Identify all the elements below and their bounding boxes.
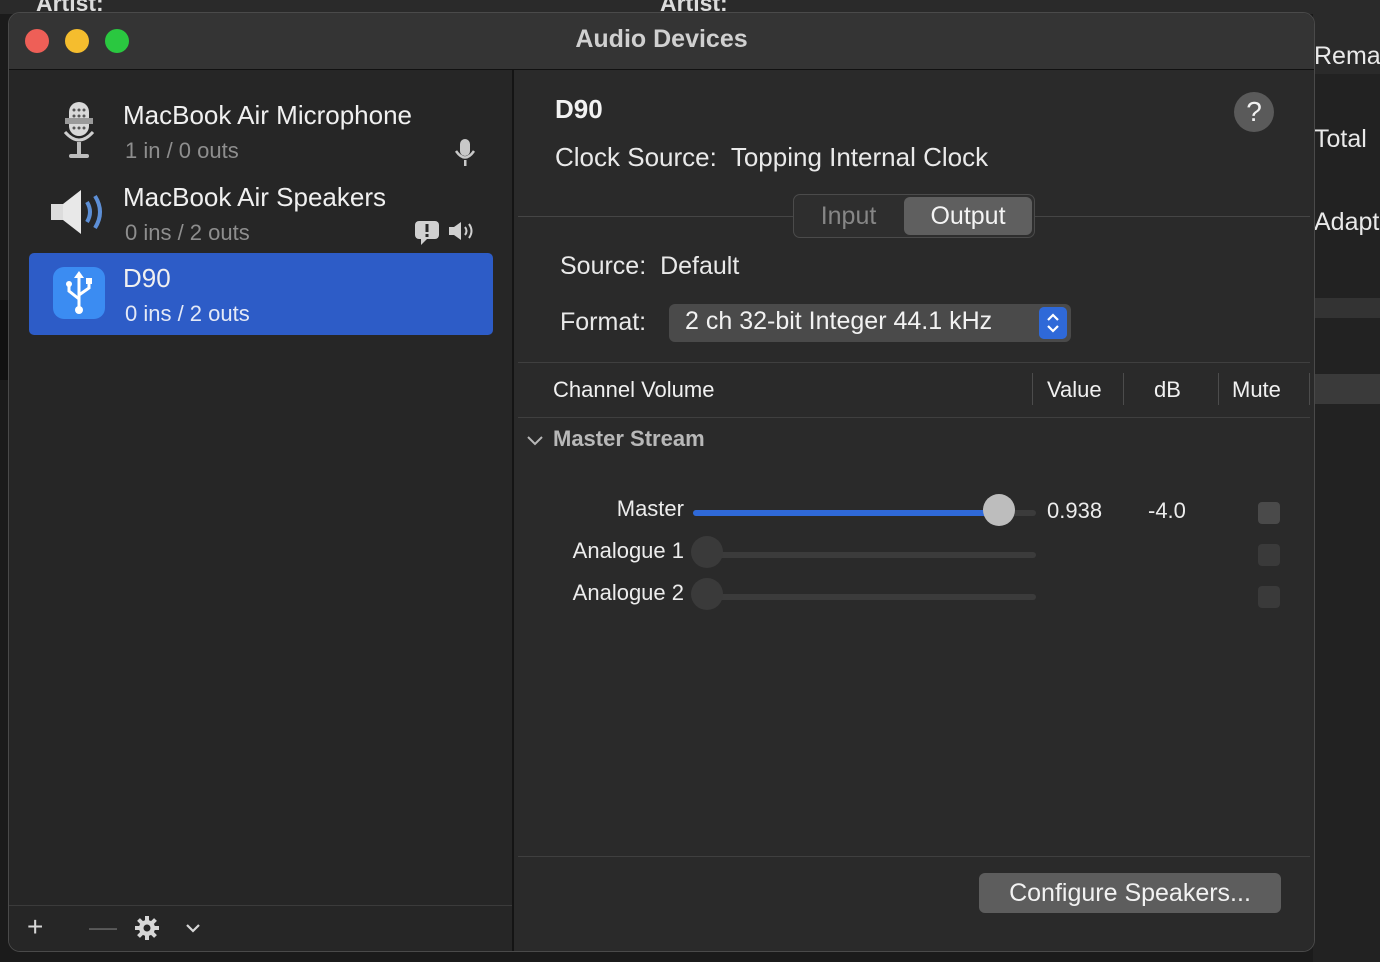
- clock-source-value[interactable]: Topping Internal Clock: [731, 142, 988, 172]
- device-channels: 1 in / 0 outs: [125, 138, 239, 163]
- sidebar-toolbar: + —: [9, 905, 512, 951]
- column-channel-volume[interactable]: Channel Volume: [553, 377, 714, 403]
- remove-device-button[interactable]: —: [89, 912, 117, 942]
- usb-icon: [53, 267, 105, 319]
- channel-value: 0.938: [1047, 498, 1103, 523]
- background-label-adapt: Adapt: [1314, 208, 1380, 236]
- help-button[interactable]: ?: [1234, 92, 1274, 132]
- channel-row: Master 0.938 -4.0: [514, 490, 1314, 530]
- channel-table-header: Channel Volume Value dB Mute: [518, 362, 1310, 418]
- device-list-sidebar: MacBook Air Microphone 1 in / 0 outs Mac…: [9, 70, 514, 951]
- source-row: Source: Default: [560, 252, 739, 281]
- alert-speaker-icon: [415, 221, 473, 245]
- device-channels: 0 ins / 2 outs: [125, 220, 250, 245]
- channel-db: -4.0: [1148, 498, 1186, 523]
- channel-label: Analogue 1: [572, 538, 684, 563]
- volume-slider-fill: [693, 510, 1001, 516]
- background-app-panel: [1313, 14, 1380, 962]
- channel-label: Analogue 2: [572, 580, 684, 605]
- source-value: Default: [660, 252, 740, 280]
- device-item-macbook-air-speakers[interactable]: MacBook Air Speakers 0 ins / 2 outs: [29, 172, 493, 254]
- device-title: D90: [555, 94, 603, 124]
- input-output-segmented-control[interactable]: Input Output: [793, 194, 1035, 238]
- device-channels: 0 ins / 2 outs: [125, 301, 250, 326]
- clock-source: Clock Source: Topping Internal Clock: [555, 142, 988, 173]
- configure-speakers-button[interactable]: Configure Speakers...: [979, 873, 1281, 913]
- column-value[interactable]: Value: [1047, 377, 1102, 403]
- column-mute[interactable]: Mute: [1232, 377, 1281, 403]
- format-popup[interactable]: 2 ch 32-bit Integer 44.1 kHz: [669, 304, 1071, 342]
- group-name: Master Stream: [553, 426, 705, 451]
- tab-input[interactable]: Input: [794, 195, 903, 237]
- volume-slider-knob[interactable]: [691, 536, 723, 568]
- device-name: D90: [123, 263, 171, 293]
- clock-source-label: Clock Source:: [555, 142, 717, 172]
- window-title: Audio Devices: [575, 25, 748, 53]
- background-label-rema: Rema: [1314, 42, 1380, 70]
- gear-icon[interactable]: [135, 916, 159, 940]
- device-item-macbook-air-microphone[interactable]: MacBook Air Microphone 1 in / 0 outs: [29, 90, 493, 172]
- channel-row: Analogue 1: [514, 532, 1314, 572]
- device-name: MacBook Air Speakers: [123, 182, 387, 212]
- mute-checkbox[interactable]: [1258, 586, 1280, 608]
- input-mic-icon: [454, 139, 476, 166]
- source-label: Source:: [560, 252, 647, 280]
- device-name: MacBook Air Microphone: [123, 100, 413, 130]
- add-device-button[interactable]: +: [27, 912, 43, 942]
- volume-slider[interactable]: [693, 552, 1036, 558]
- chevron-down-icon[interactable]: [185, 920, 201, 936]
- column-divider: [1123, 373, 1124, 405]
- microphone-icon: [63, 102, 95, 158]
- format-value: 2 ch 32-bit Integer 44.1 kHz: [685, 307, 993, 335]
- disclosure-chevron-icon[interactable]: [526, 434, 544, 448]
- column-divider: [1218, 373, 1219, 405]
- channel-label: Master: [616, 496, 684, 521]
- column-db[interactable]: dB: [1154, 377, 1181, 403]
- up-down-arrows-icon: [1039, 307, 1067, 339]
- mute-checkbox[interactable]: [1258, 544, 1280, 566]
- tab-output[interactable]: Output: [904, 197, 1032, 235]
- bottom-bar: Configure Speakers...: [518, 856, 1310, 951]
- volume-slider[interactable]: [693, 594, 1036, 600]
- background-label-total: Total: [1314, 125, 1367, 153]
- format-label: Format:: [560, 308, 647, 336]
- column-divider: [1032, 373, 1033, 405]
- device-detail-pane: D90 Clock Source: Topping Internal Clock…: [514, 70, 1314, 951]
- column-divider: [1309, 373, 1310, 405]
- channel-row: Analogue 2: [514, 574, 1314, 614]
- volume-slider-knob[interactable]: [691, 578, 723, 610]
- volume-slider-knob[interactable]: [982, 494, 1015, 526]
- device-item-d90[interactable]: D90 0 ins / 2 outs: [29, 253, 493, 335]
- title-bar[interactable]: Audio Devices: [9, 13, 1314, 70]
- mute-checkbox[interactable]: [1258, 502, 1280, 524]
- speaker-icon: [51, 190, 102, 234]
- audio-devices-window: Audio Devices MacBook Air Microphone 1 i…: [8, 12, 1315, 952]
